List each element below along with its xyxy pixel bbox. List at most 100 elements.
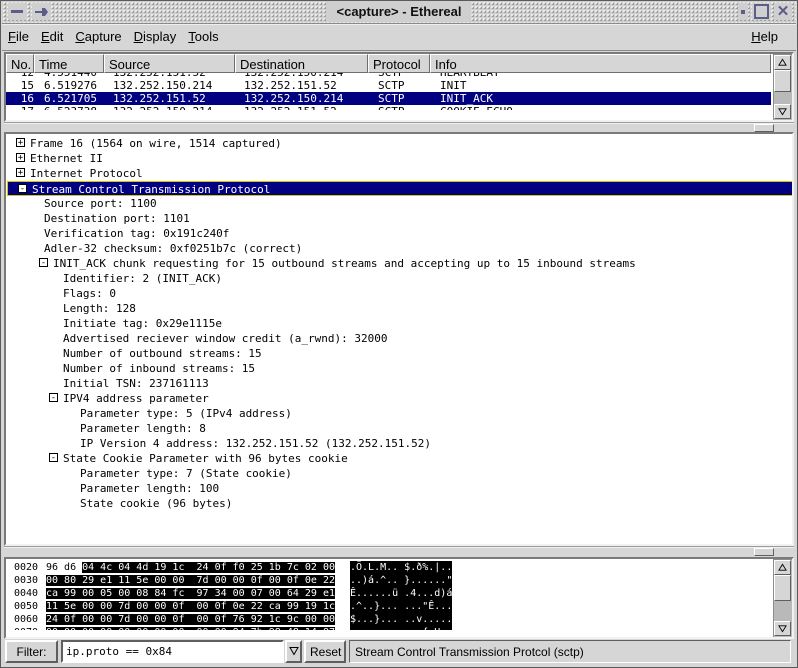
collapse-icon[interactable]: - [18, 184, 27, 194]
collapse-icon[interactable]: - [49, 453, 58, 463]
tree-row[interactable]: + Internet Protocol [6, 166, 792, 181]
hex-offset: 0020 [14, 562, 39, 573]
pin-button[interactable] [32, 3, 50, 20]
tree-row[interactable]: - Stream Control Transmission Protocol [7, 181, 792, 196]
tree-row-label: Number of inbound streams: 15 [63, 362, 256, 375]
expand-icon[interactable]: + [16, 168, 25, 178]
menu-item-display[interactable]: Display [128, 24, 183, 44]
hex-row-0020[interactable]: 0020 96 d6 04 4c 04 4d 19 1c 24 0f f0 25 … [6, 561, 771, 574]
tree-row[interactable]: IP Version 4 address: 132.252.151.52 (13… [6, 436, 792, 451]
reset-button[interactable]: Reset [304, 640, 346, 663]
packet-list-scrollbar[interactable] [773, 54, 792, 120]
menubar: File Edit Capture Display Tools Help [2, 24, 796, 51]
column-header-info[interactable]: Info [430, 54, 771, 73]
tree-row[interactable]: - IPV4 address parameter [6, 391, 792, 406]
tree-row-label: Parameter type: 5 (IPv4 address) [80, 407, 292, 420]
expand-icon[interactable]: + [16, 153, 25, 163]
detail-tree: + Frame 16 (1564 on wire, 1514 captured) +… [6, 136, 792, 544]
hex-bytes: 11 5e 00 00 7d 00 00 0f 00 0f 0e 22 ca 9… [46, 601, 335, 612]
hex-scroll-down-button[interactable] [774, 621, 791, 636]
arrow-up-icon [778, 58, 787, 66]
menu-item-edit[interactable]: Edit [35, 24, 69, 44]
hex-scrollbar[interactable] [773, 559, 792, 637]
column-header-destination[interactable]: Destination [235, 54, 368, 73]
tree-row[interactable]: Destination port: 1101 [6, 211, 792, 226]
tree-row[interactable]: Initial TSN: 237161113 [6, 376, 792, 391]
hex-row-0060[interactable]: 0060 24 0f 00 00 7d 00 00 0f 00 0f 76 92 … [6, 613, 771, 626]
tree-row-label: Parameter length: 100 [80, 482, 220, 495]
cell-src: 132.252.150.214 [113, 105, 212, 110]
tree-row[interactable]: Advertised reciever window credit (a_rwn… [6, 331, 792, 346]
tree-row[interactable]: + Ethernet II [6, 151, 792, 166]
tree-row[interactable]: Identifier: 2 (INIT_ACK) [6, 271, 792, 286]
pane-resize-handle[interactable] [754, 124, 774, 132]
tree-row-label: Length: 128 [63, 302, 136, 315]
tree-row[interactable]: - State Cookie Parameter with 96 bytes co… [6, 451, 792, 466]
tree-row[interactable]: Source port: 1100 [6, 196, 792, 211]
maximize-button[interactable] [752, 3, 770, 20]
column-header-source[interactable]: Source [104, 54, 235, 73]
hex-row-0040[interactable]: 0040 ca 99 00 05 00 08 84 fc 97 34 00 07 … [6, 587, 771, 600]
tree-row[interactable]: Verification tag: 0x191c240f [6, 226, 792, 241]
column-header-protocol[interactable]: Protocol [368, 54, 430, 73]
tree-row[interactable]: Flags: 0 [6, 286, 792, 301]
titlebar[interactable]: <capture> - Ethereal ✕ [2, 1, 796, 24]
tree-row[interactable]: Parameter length: 100 [6, 481, 792, 496]
hex-row-0030[interactable]: 0030 00 80 29 e1 11 5e 00 00 7d 00 00 0f … [6, 574, 771, 587]
tree-row[interactable]: Parameter type: 7 (State cookie) [6, 466, 792, 481]
tree-row[interactable]: Parameter type: 5 (IPv4 address) [6, 406, 792, 421]
minimize-button[interactable] [8, 3, 26, 20]
packet-list-header: No. Time Source Destination Protocol Info [6, 54, 771, 73]
filter-button[interactable]: Filter: [5, 640, 58, 663]
tree-row-label: Verification tag: 0x191c240f [44, 227, 230, 240]
tree-row[interactable]: Length: 128 [6, 301, 792, 316]
hex-row-0050[interactable]: 0050 11 5e 00 00 7d 00 00 0f 00 0f 0e 22 … [6, 600, 771, 613]
packet-row-17[interactable]: 17 6.523738 132.252.150.214 132.252.151.52 S… [6, 105, 771, 110]
status-field: Stream Control Transmission Protcol (sct… [349, 640, 791, 663]
hex-scroll-up-button[interactable] [774, 560, 791, 575]
tree-row[interactable]: Number of outbound streams: 15 [6, 346, 792, 361]
hex-bytes: 24 0f 00 00 7d 00 00 0f 00 0f 76 92 1c 9… [46, 614, 335, 625]
packet-row-16[interactable]: 16 6.521705 132.252.151.52 132.252.150.214 S… [6, 92, 771, 105]
hex-ascii: .^..}... ..."Ê... [350, 600, 453, 613]
cell-no: 17 [6, 105, 34, 110]
hex-row-0070[interactable]: 0070 00 00 00 00 00 00 00 00 00 00 84 7b … [6, 626, 771, 630]
tree-row[interactable]: Number of inbound streams: 15 [6, 361, 792, 376]
menu-item-capture[interactable]: Capture [69, 24, 127, 44]
tree-row-label: Number of outbound streams: 15 [63, 347, 262, 360]
ethereal-window: <capture> - Ethereal ✕ File Edit Capture Di… [0, 0, 798, 668]
filter-input[interactable] [61, 640, 284, 663]
collapse-icon[interactable]: - [49, 393, 58, 403]
cell-info: COOKIE_ECHO [440, 105, 513, 110]
column-header-time[interactable]: Time [34, 54, 104, 73]
hex-scroll-thumb[interactable] [774, 575, 791, 601]
close-button[interactable]: ✕ [774, 3, 792, 20]
cell-dst: 132.252.151.52 [244, 79, 337, 92]
column-header-no[interactable]: No. [6, 54, 34, 73]
pane-resize-handle-2[interactable] [754, 548, 774, 556]
scroll-thumb[interactable] [774, 70, 791, 92]
menu-item-help[interactable]: Help [745, 24, 784, 44]
tree-row[interactable]: - INIT_ACK chunk requesting for 15 outbou… [6, 256, 792, 271]
tree-row[interactable]: Adler-32 checksum: 0xf0251b7c (correct) [6, 241, 792, 256]
tree-row[interactable]: Parameter length: 8 [6, 421, 792, 436]
expand-icon[interactable]: + [16, 138, 25, 148]
arrow-down-icon [778, 108, 787, 116]
scroll-down-button[interactable] [774, 104, 791, 119]
packet-row-15[interactable]: 15 6.519276 132.252.150.214 132.252.151.52 S… [6, 79, 771, 92]
hex-offset: 0030 [14, 575, 39, 586]
tree-row-label: Initial TSN: 237161113 [63, 377, 209, 390]
cell-time: 6.519276 [44, 79, 97, 92]
arrow-up-icon [778, 563, 787, 571]
menu-item-file[interactable]: File [2, 24, 35, 44]
window-menu-button[interactable] [738, 3, 748, 20]
menu-item-tools[interactable]: Tools [182, 24, 224, 44]
minimize-icon [11, 10, 23, 13]
close-icon: ✕ [776, 3, 790, 20]
tree-row[interactable]: Initiate tag: 0x29e1115e [6, 316, 792, 331]
collapse-icon[interactable]: - [39, 258, 48, 268]
tree-row[interactable]: + Frame 16 (1564 on wire, 1514 captured) [6, 136, 792, 151]
scroll-up-button[interactable] [774, 55, 791, 70]
tree-row[interactable]: State cookie (96 bytes) [6, 496, 792, 511]
filter-dropdown-button[interactable] [285, 640, 302, 663]
